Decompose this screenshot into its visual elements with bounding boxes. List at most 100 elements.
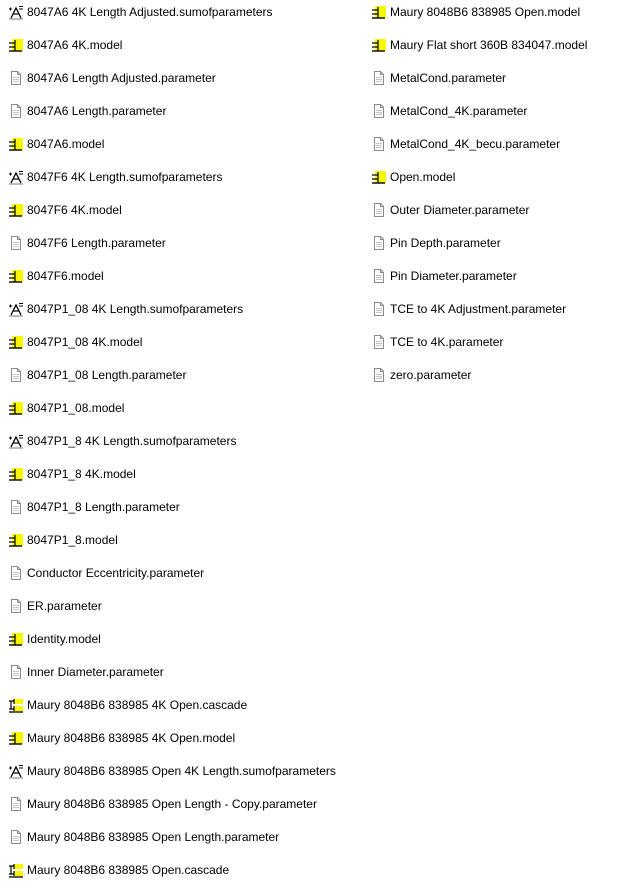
file-name-label: Inner Diameter.parameter — [27, 665, 164, 679]
document-icon — [371, 235, 387, 251]
file-item[interactable]: 8047A6.model — [8, 133, 104, 155]
cascade-icon — [8, 697, 24, 713]
document-icon — [8, 103, 24, 119]
document-icon — [371, 334, 387, 350]
file-item[interactable]: Maury 8048B6 838985 4K Open.model — [8, 727, 235, 749]
file-item[interactable]: 8047A6 4K Length Adjusted.sumofparameter… — [8, 1, 273, 23]
file-name-label: Maury 8048B6 838985 Open.model — [390, 5, 581, 19]
file-item[interactable]: 8047F6 4K Length.sumofparameters — [8, 166, 222, 188]
file-name-label: Maury 8048B6 838985 4K Open.cascade — [27, 698, 248, 712]
sumofparameters-icon — [8, 301, 24, 317]
model-icon — [8, 631, 24, 647]
file-name-label: Maury 8048B6 838985 Open 4K Length.sumof… — [27, 764, 336, 778]
model-icon — [8, 268, 24, 284]
file-list: 8047A6 4K Length Adjusted.sumofparameter… — [0, 0, 617, 889]
file-item[interactable]: Outer Diameter.parameter — [371, 199, 529, 221]
document-icon — [8, 499, 24, 515]
file-item[interactable]: MetalCond.parameter — [371, 67, 506, 89]
file-item[interactable]: 8047A6 Length Adjusted.parameter — [8, 67, 216, 89]
document-icon — [371, 70, 387, 86]
file-item[interactable]: ER.parameter — [8, 595, 102, 617]
document-icon — [8, 367, 24, 383]
document-icon — [8, 70, 24, 86]
file-item[interactable]: zero.parameter — [371, 364, 471, 386]
file-item[interactable]: Maury 8048B6 838985 Open.model — [371, 1, 580, 23]
file-name-label: Open.model — [390, 170, 456, 184]
model-icon — [371, 169, 387, 185]
file-name-label: Maury 8048B6 838985 Open Length - Copy.p… — [27, 797, 317, 811]
file-name-label: 8047P1_8.model — [27, 533, 118, 547]
file-name-label: Maury 8048B6 838985 Open Length.paramete… — [27, 830, 280, 844]
file-name-label: ER.parameter — [27, 599, 102, 613]
file-name-label: 8047P1_08 4K Length.sumofparameters — [27, 302, 244, 316]
file-name-label: 8047A6 Length.parameter — [27, 104, 167, 118]
file-name-label: TCE to 4K.parameter — [390, 335, 504, 349]
sumofparameters-icon — [8, 433, 24, 449]
document-icon — [8, 829, 24, 845]
model-icon — [8, 136, 24, 152]
file-item[interactable]: Maury 8048B6 838985 Open Length - Copy.p… — [8, 793, 317, 815]
model-icon — [8, 37, 24, 53]
document-icon — [371, 268, 387, 284]
sumofparameters-icon — [8, 4, 24, 20]
file-name-label: zero.parameter — [390, 368, 472, 382]
file-item[interactable]: 8047P1_8 Length.parameter — [8, 496, 180, 518]
document-icon — [371, 301, 387, 317]
model-icon — [8, 730, 24, 746]
file-name-label: Conductor Eccentricity.parameter — [27, 566, 205, 580]
document-icon — [8, 235, 24, 251]
file-item[interactable]: 8047F6 4K.model — [8, 199, 122, 221]
document-icon — [371, 103, 387, 119]
file-item[interactable]: Maury Flat short 360B 834047.model — [371, 34, 587, 56]
model-icon — [8, 334, 24, 350]
file-item[interactable]: 8047P1_8 4K Length.sumofparameters — [8, 430, 236, 452]
file-item[interactable]: 8047P1_08 4K.model — [8, 331, 142, 353]
file-item[interactable]: Pin Diameter.parameter — [371, 265, 517, 287]
file-item[interactable]: MetalCond_4K.parameter — [371, 100, 527, 122]
model-icon — [8, 466, 24, 482]
file-item[interactable]: Maury 8048B6 838985 4K Open.cascade — [8, 694, 247, 716]
file-item[interactable]: Identity.model — [8, 628, 101, 650]
file-item[interactable]: 8047F6.model — [8, 265, 104, 287]
file-item[interactable]: 8047P1_08 Length.parameter — [8, 364, 186, 386]
file-item[interactable]: Open.model — [371, 166, 455, 188]
file-name-label: Identity.model — [27, 632, 101, 646]
file-name-label: 8047F6 Length.parameter — [27, 236, 166, 250]
file-item[interactable]: TCE to 4K Adjustment.parameter — [371, 298, 566, 320]
file-item[interactable]: 8047P1_08 4K Length.sumofparameters — [8, 298, 243, 320]
file-name-label: MetalCond_4K.parameter — [390, 104, 528, 118]
file-name-label: 8047F6.model — [27, 269, 104, 283]
file-name-label: 8047A6 Length Adjusted.parameter — [27, 71, 216, 85]
file-item[interactable]: 8047P1_08.model — [8, 397, 124, 419]
file-item[interactable]: Inner Diameter.parameter — [8, 661, 164, 683]
model-icon — [371, 37, 387, 53]
file-item[interactable]: Conductor Eccentricity.parameter — [8, 562, 204, 584]
file-name-label: 8047P1_08 Length.parameter — [27, 368, 187, 382]
model-icon — [371, 4, 387, 20]
file-name-label: 8047P1_08.model — [27, 401, 125, 415]
file-item[interactable]: 8047A6 Length.parameter — [8, 100, 166, 122]
file-item[interactable]: 8047A6 4K.model — [8, 34, 122, 56]
file-item[interactable]: Pin Depth.parameter — [371, 232, 501, 254]
file-name-label: 8047P1_8 Length.parameter — [27, 500, 180, 514]
file-item[interactable]: Maury 8048B6 838985 Open Length.paramete… — [8, 826, 279, 848]
file-name-label: 8047A6 4K.model — [27, 38, 123, 52]
file-name-label: Maury 8048B6 838985 4K Open.model — [27, 731, 236, 745]
file-item[interactable]: 8047F6 Length.parameter — [8, 232, 166, 254]
file-name-label: Outer Diameter.parameter — [390, 203, 530, 217]
file-item[interactable]: TCE to 4K.parameter — [371, 331, 503, 353]
file-item[interactable]: Maury 8048B6 838985 Open.cascade — [8, 859, 229, 881]
document-icon — [371, 367, 387, 383]
file-name-label: 8047F6 4K Length.sumofparameters — [27, 170, 223, 184]
file-item[interactable]: 8047P1_8.model — [8, 529, 118, 551]
file-name-label: Maury Flat short 360B 834047.model — [390, 38, 588, 52]
file-item[interactable]: Maury 8048B6 838985 Open 4K Length.sumof… — [8, 760, 336, 782]
model-icon — [8, 202, 24, 218]
file-name-label: 8047P1_8 4K Length.sumofparameters — [27, 434, 237, 448]
file-name-label: Pin Depth.parameter — [390, 236, 501, 250]
file-item[interactable]: 8047P1_8 4K.model — [8, 463, 136, 485]
file-item[interactable]: MetalCond_4K_becu.parameter — [371, 133, 560, 155]
document-icon — [371, 136, 387, 152]
sumofparameters-icon — [8, 763, 24, 779]
file-name-label: 8047P1_8 4K.model — [27, 467, 136, 481]
